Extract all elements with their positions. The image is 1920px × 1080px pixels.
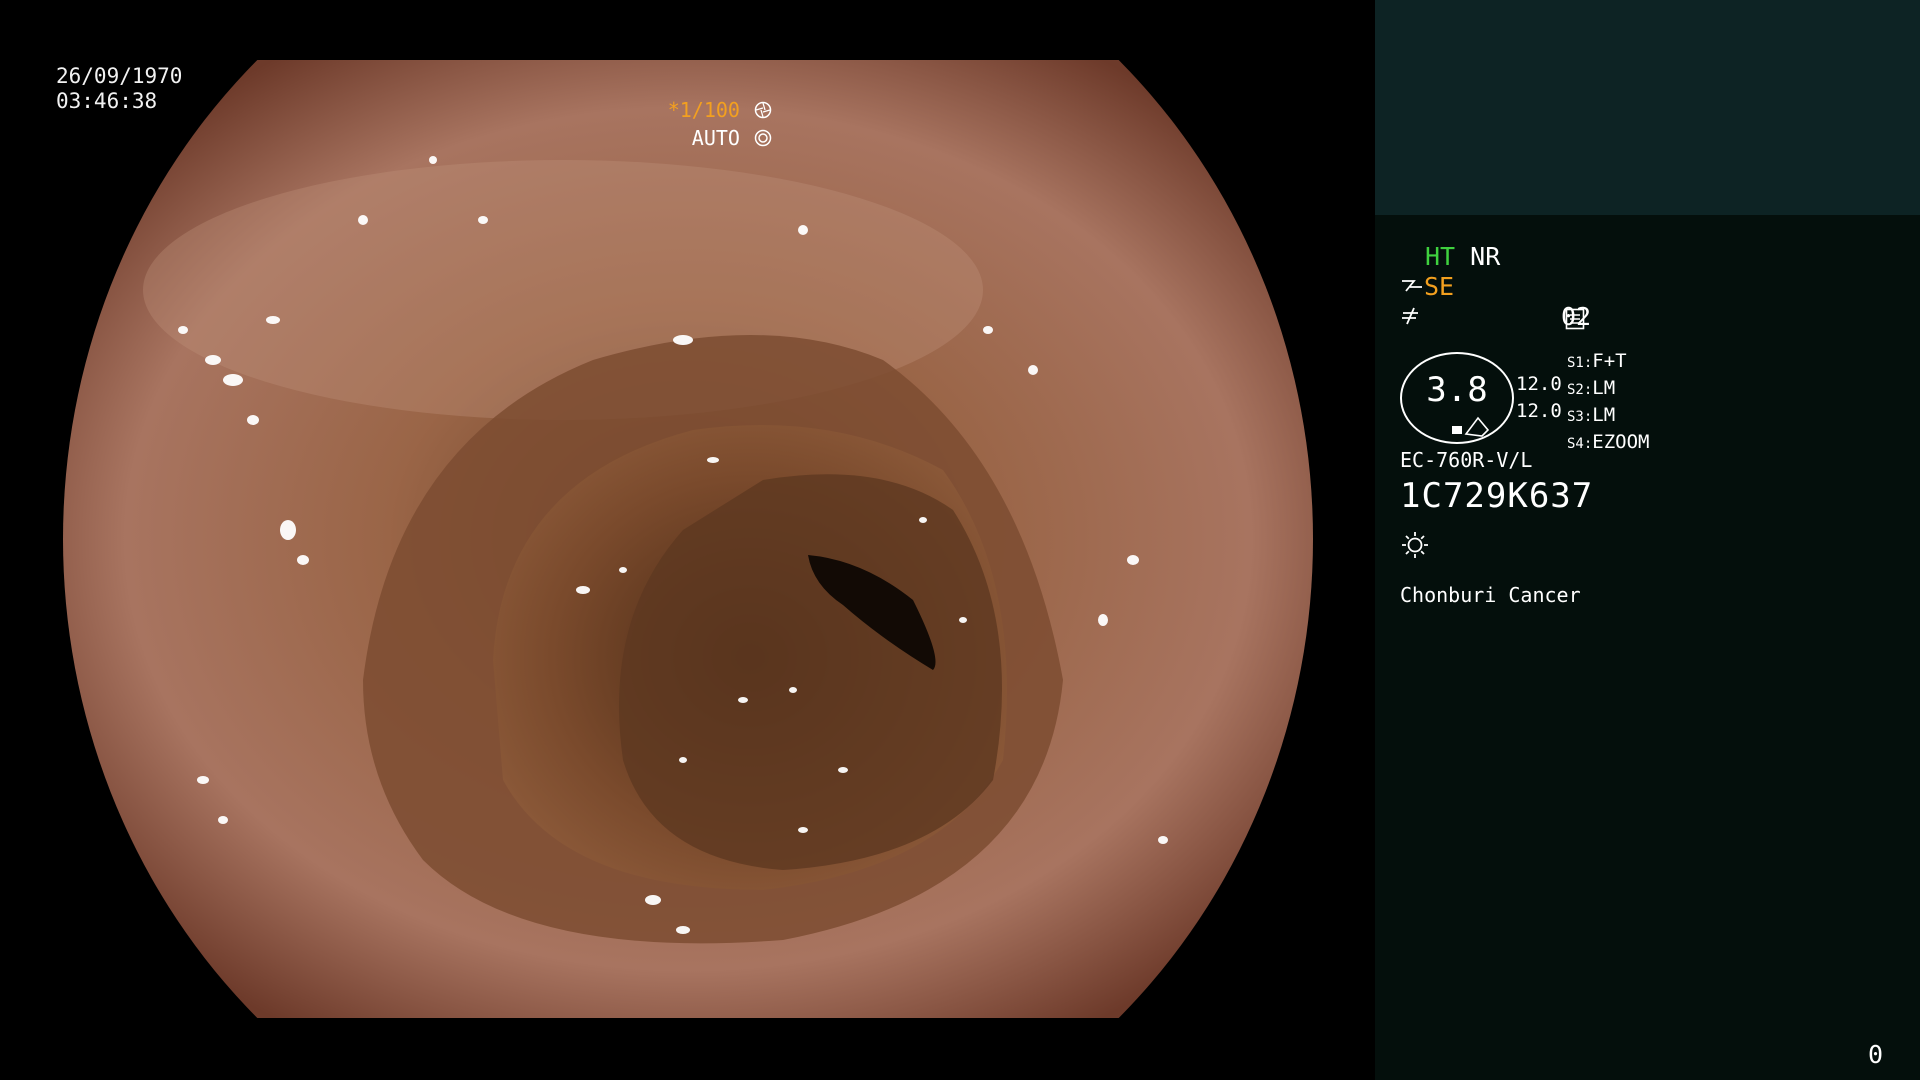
iris-text: AUTO: [691, 126, 740, 150]
aux-value-2: 12.0: [1516, 400, 1562, 422]
nr-label: NR: [1470, 242, 1501, 271]
scope-serial: 1C729K637: [1400, 476, 1594, 516]
date-text: 26/09/1970: [56, 64, 183, 88]
structure-enhance-indicator: SE: [1400, 272, 1454, 301]
se-label: SE: [1424, 272, 1455, 301]
image-counter: 0: [1868, 1040, 1884, 1069]
status-panel: [1375, 0, 1920, 1080]
shutter-speed: *1/100: [668, 98, 772, 122]
color-enhance-indicator: [1400, 303, 1422, 332]
setting-row: S2:LM: [1567, 377, 1616, 399]
time-text: 03:46:38: [56, 89, 158, 113]
aux-value-1: 12.0: [1516, 373, 1562, 395]
thumbnail-area: [1375, 0, 1920, 215]
hue-nr-indicator: HT NR: [1425, 242, 1500, 271]
structure-icon: [1402, 280, 1422, 292]
ht-label: HT: [1425, 242, 1456, 271]
iris-mode: AUTO: [692, 126, 772, 150]
setting-row: S4:EZOOM: [1567, 431, 1650, 453]
setting-row: S3:LM: [1567, 404, 1616, 426]
page-number: 02: [1561, 302, 1592, 331]
institution-name: Chonburi Cancer: [1400, 583, 1581, 607]
scope-model: EC-760R-V/L: [1400, 448, 1533, 472]
date-time-display: 26/09/1970 03:46:38: [56, 64, 182, 114]
endoscopic-image: [63, 60, 1313, 1018]
switch-settings: S1:F+T S2:LM S3:LM S4:EZOOM: [1567, 349, 1650, 457]
iris-icon: [754, 129, 772, 147]
shutter-text: *1/100: [667, 98, 740, 122]
aux-values: 12.0 12.0: [1516, 371, 1562, 425]
endoscope-view-pane: 26/09/1970 03:46:38 *1/100 AUTO: [0, 0, 1374, 1080]
shutter-icon: [754, 101, 772, 119]
zoom-value: 3.8: [1426, 370, 1488, 410]
zoom-marker-icon: [1452, 416, 1490, 437]
color-enhance-icon: [1402, 307, 1418, 325]
setting-row: S1:F+T: [1567, 350, 1627, 372]
light-icon: [1402, 532, 1428, 558]
